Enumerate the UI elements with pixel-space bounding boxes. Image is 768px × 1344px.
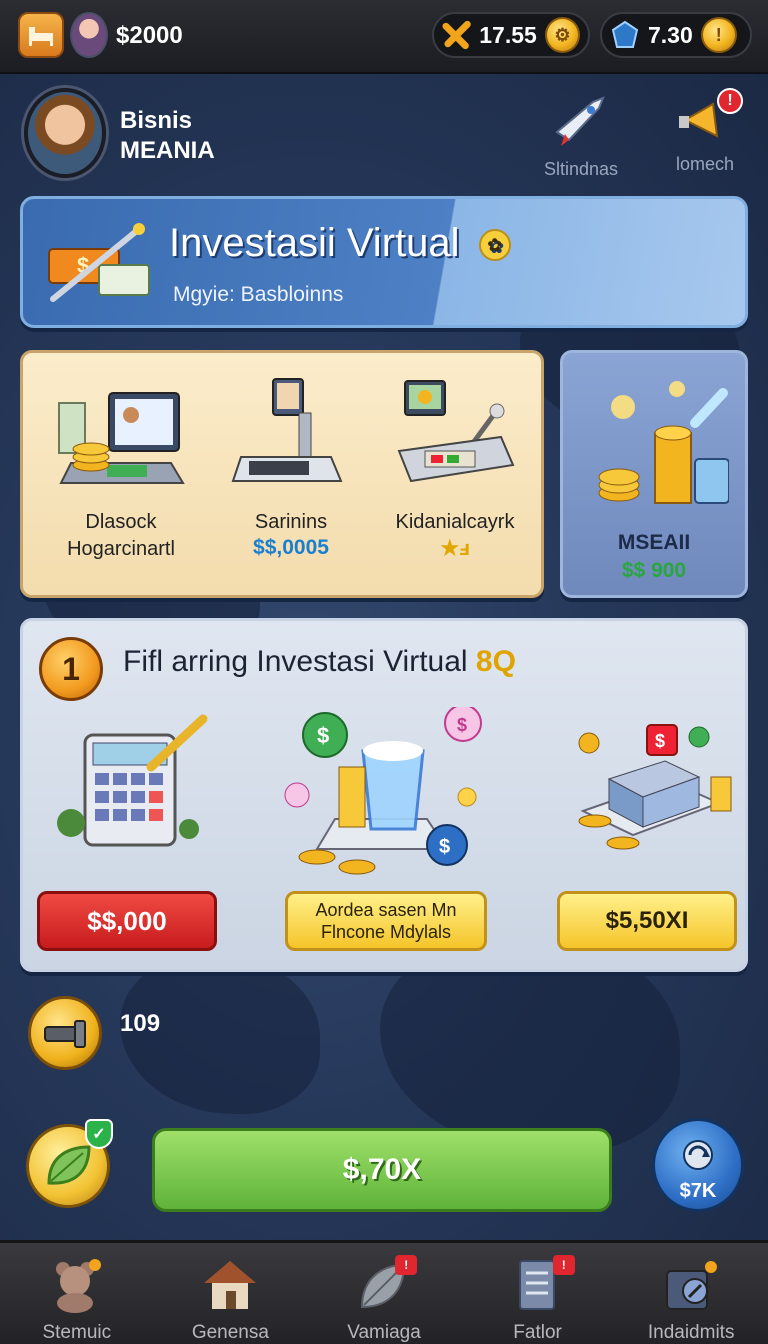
trading-terminal-icon xyxy=(397,380,515,483)
nav-item-stemuic[interactable]: Stemuic xyxy=(0,1243,154,1344)
nav-item-vamiaga[interactable]: ! Vamiaga xyxy=(307,1243,461,1344)
header-rocket-button[interactable]: Sltindnas xyxy=(544,92,619,180)
laptop-icon xyxy=(58,392,185,484)
teddy-bear-icon xyxy=(55,1259,101,1313)
exclamation-coin-icon: ! xyxy=(700,17,737,53)
cash-register-icon xyxy=(231,378,343,482)
store-item-name-line1: Dlasock xyxy=(85,511,157,533)
calculator-icon xyxy=(57,714,208,847)
lessons-title: Fifl arring Investasi Virtual 8Q xyxy=(123,645,516,679)
notification-badge: ! xyxy=(717,88,743,114)
nav-item-fatlor[interactable]: ! Fatlor xyxy=(461,1243,615,1344)
nav-item-genensa[interactable]: Genensa xyxy=(154,1243,308,1344)
money-bundle-icon: $ xyxy=(48,223,150,302)
refresh-coin-icon xyxy=(683,1140,713,1170)
bank-building-icon: $ xyxy=(578,724,732,850)
investment-banner[interactable]: $ Investasii Virtual ✿ Mgyie: Basbloinns xyxy=(20,196,748,328)
leaf-coin-button[interactable]: ✓ xyxy=(26,1119,113,1208)
premium-item-price: $$ 900 xyxy=(621,559,687,582)
level-badge: 1 xyxy=(39,637,103,701)
coin-stack-icon xyxy=(598,381,729,504)
bed-icon xyxy=(29,27,53,46)
buy-button-left[interactable]: $$,000 xyxy=(37,891,217,951)
player-name-line1: Bisnis xyxy=(120,107,193,134)
store-item-name: Dlasock Hogarcinartl xyxy=(41,509,201,563)
gem-icon xyxy=(611,20,639,48)
store-item-name-line2: Hogarcinartl xyxy=(67,538,175,560)
buy-button-right[interactable]: $5,50XI xyxy=(557,891,737,951)
check-badge-icon: ✓ xyxy=(85,1119,113,1149)
safe-icon xyxy=(666,1261,718,1310)
svg-text:$: $ xyxy=(317,723,329,748)
store-item-name: Sarinins xyxy=(254,511,328,533)
banner-subtitle: Mgyie: Basbloinns xyxy=(173,283,344,306)
nav-badge: ! xyxy=(552,1255,575,1275)
svg-text:$: $ xyxy=(457,715,467,735)
lessons-title-tag: 8Q xyxy=(475,645,516,678)
nav-label: Indaidmits xyxy=(647,1322,735,1343)
store-item-stars: ★ⅎ xyxy=(440,537,470,560)
svg-text:$: $ xyxy=(439,836,450,858)
main-action-button[interactable]: $,70X xyxy=(152,1128,612,1212)
banner-title-text: Investasii Virtual xyxy=(169,221,460,265)
store-item-register[interactable]: Sarinins $$,0005 xyxy=(211,373,371,593)
crossed-tools-icon xyxy=(442,20,471,50)
nav-label: Fatlor xyxy=(513,1322,562,1343)
home-button[interactable] xyxy=(18,12,64,58)
top-bar: $2000 17.55 ⚙ 7.30 ! xyxy=(0,0,768,74)
player-name-line2: MEANIA xyxy=(120,137,215,164)
player-avatar[interactable] xyxy=(24,88,106,178)
action-button-middle-line1: Aordea sasen Mn xyxy=(315,900,457,920)
leaf-icon xyxy=(47,1145,91,1185)
gear-coin-icon: ⚙ xyxy=(544,17,580,53)
premium-item-name: MSEAII xyxy=(617,531,691,554)
nav-badge: ! xyxy=(395,1255,418,1275)
bottom-nav: Stemuic Genensa ! Vamiaga ! Fatlor Indai… xyxy=(0,1240,768,1344)
flower-badge-icon: ✿ xyxy=(478,229,511,262)
store-item-terminal[interactable]: Kidanialcayrk ★ⅎ xyxy=(375,373,535,593)
house-icon xyxy=(204,1261,257,1309)
header-megaphone-button[interactable]: ! lomech xyxy=(670,88,743,175)
nav-label: Genensa xyxy=(191,1322,269,1343)
action-button-middle[interactable]: Aordea sasen Mn Flncone Mdylals xyxy=(285,891,487,951)
resource-a-pill[interactable]: 17.55 ⚙ xyxy=(432,12,590,58)
resource-b-pill[interactable]: 7.30 ! xyxy=(600,12,752,58)
header-rocket-label: Sltindnas xyxy=(544,159,619,179)
resource-b-value: 7.30 xyxy=(648,21,693,48)
header-megaphone-label: lomech xyxy=(675,154,735,174)
pipe-coin-button[interactable] xyxy=(28,996,102,1070)
resource-a-value: 17.55 xyxy=(479,21,537,48)
store-item-price: $$,0005 xyxy=(253,536,329,559)
side-button-value: $7K xyxy=(679,1180,717,1202)
store-item-name: Kidanialcayrk xyxy=(395,511,515,533)
pipe-icon xyxy=(44,1020,86,1048)
banner-title: Investasii Virtual ✿ xyxy=(169,221,511,266)
side-refresh-button[interactable]: $7K xyxy=(652,1118,744,1212)
lessons-panel: 1 Fifl arring Investasi Virtual 8Q $ $ $ xyxy=(20,618,748,972)
lessons-title-text: Fifl arring Investasi Virtual xyxy=(123,645,468,678)
action-button-middle-line2: Flncone Mdylals xyxy=(320,922,452,942)
nav-item-indaidmits[interactable]: Indaidmits xyxy=(614,1243,768,1344)
player-name: Bisnis MEANIA xyxy=(120,106,215,166)
pipe-count: 109 xyxy=(120,1010,161,1037)
premium-item-card[interactable]: MSEAII $$ 900 xyxy=(560,350,748,598)
nav-label: Vamiaga xyxy=(347,1322,421,1343)
player-avatar-small[interactable] xyxy=(70,12,108,58)
store-item-laptop[interactable]: Dlasock Hogarcinartl xyxy=(41,373,201,593)
rocket-icon xyxy=(555,96,605,146)
store-panel: Dlasock Hogarcinartl Sarinins $$,0005 Ki… xyxy=(20,350,544,598)
money-counter: $2000 xyxy=(116,22,183,49)
crystal-jar-icon: $ $ $ xyxy=(284,707,482,875)
nav-label: Stemuic xyxy=(42,1322,112,1343)
svg-text:$: $ xyxy=(655,731,665,751)
